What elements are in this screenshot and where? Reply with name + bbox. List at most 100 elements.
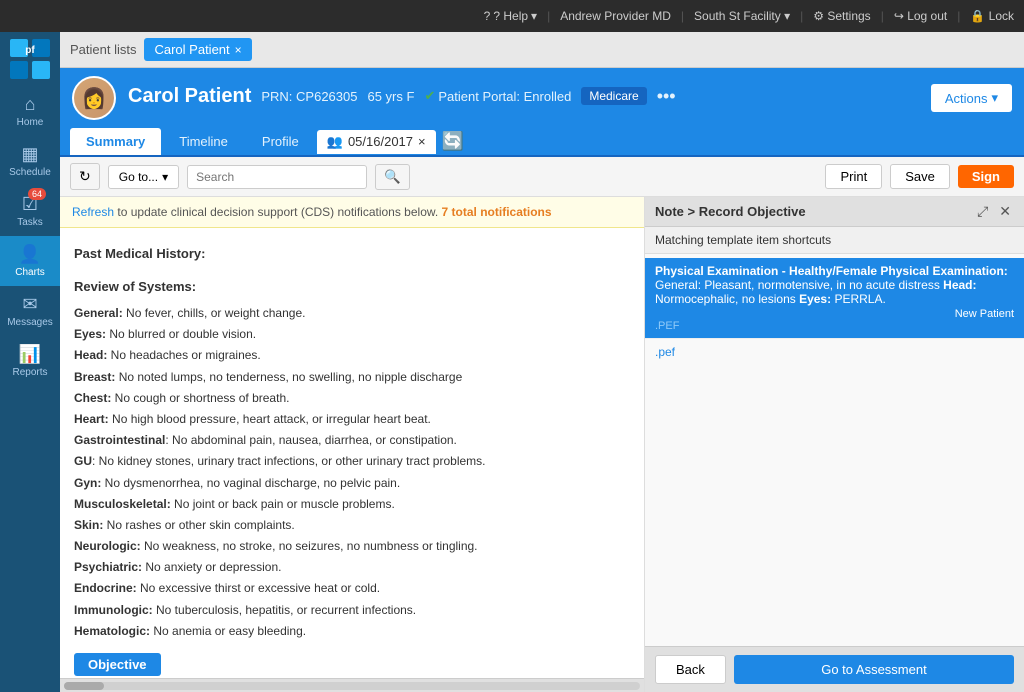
objective-label: Objective <box>74 653 161 676</box>
search-input[interactable] <box>187 165 367 189</box>
refresh-icon: ↻ <box>79 168 91 184</box>
symptom-endocrine: Endocrine: No excessive thirst or excess… <box>74 579 630 598</box>
portal-check-icon: ✔ <box>424 88 435 104</box>
symptom-psychiatric: Psychiatric: No anxiety or depression. <box>74 558 630 577</box>
sidebar-item-messages[interactable]: ✉ Messages <box>0 286 60 336</box>
save-button[interactable]: Save <box>890 164 950 189</box>
encounter-icon: 👥 <box>327 134 343 150</box>
symptom-gu: GU: No kidney stones, urinary tract infe… <box>74 452 630 471</box>
cds-notifications-link[interactable]: 7 total notifications <box>442 205 552 219</box>
more-options-button[interactable]: ••• <box>657 86 676 107</box>
go-assessment-button[interactable]: Go to Assessment <box>734 655 1014 684</box>
template-list: Physical Examination - Healthy/Female Ph… <box>645 254 1024 646</box>
patient-prn: PRN: CP626305 <box>261 89 357 104</box>
toolbar: ↻ Go to... ▾ 🔍 Print Save Sign <box>60 157 1024 197</box>
lock-link[interactable]: 🔒 Lock <box>970 9 1014 23</box>
sign-button[interactable]: Sign <box>958 165 1014 188</box>
sidebar-label-charts: Charts <box>15 267 44 278</box>
symptom-neurologic: Neurologic: No weakness, no stroke, no s… <box>74 537 630 556</box>
template-item-physical-exam[interactable]: Physical Examination - Healthy/Female Ph… <box>645 258 1024 339</box>
schedule-icon: ▦ <box>21 144 38 165</box>
cds-refresh-link[interactable]: Refresh <box>72 205 114 219</box>
bottom-scrollbar[interactable] <box>60 678 644 692</box>
symptom-head: Head: No headaches or migraines. <box>74 346 630 365</box>
sidebar-item-reports[interactable]: 📊 Reports <box>0 336 60 386</box>
symptom-gyn: Gyn: No dysmenorrhea, no vaginal dischar… <box>74 474 630 493</box>
actions-button[interactable]: Actions ▾ <box>931 84 1012 112</box>
note-panel: Note > Record Objective ⤢ ✕ Matching tem… <box>644 197 1024 692</box>
history-button[interactable]: 🔄 <box>442 131 464 152</box>
expand-note-button[interactable]: ⤢ <box>974 203 991 220</box>
template-shortcode[interactable]: .pef <box>645 339 1024 365</box>
help-link[interactable]: ? ? Help ▾ <box>484 9 537 23</box>
reports-icon: 📊 <box>19 344 41 365</box>
search-button[interactable]: 🔍 <box>375 164 410 190</box>
sidebar-label-reports: Reports <box>12 367 47 378</box>
tab-summary[interactable]: Summary <box>70 128 161 155</box>
patient-lists-label[interactable]: Patient lists <box>70 42 136 57</box>
symptom-gi: Gastrointestinal: No abdominal pain, nau… <box>74 431 630 450</box>
symptom-chest: Chest: No cough or shortness of breath. <box>74 389 630 408</box>
patient-info: Carol Patient PRN: CP626305 65 yrs F ✔ P… <box>128 85 919 112</box>
sidebar: pf ⌂ Home ▦ Schedule ☑ 64 Tasks 👤 Charts… <box>0 32 60 692</box>
main-content: Patient lists Carol Patient × 👩 Carol Pa… <box>60 32 1024 692</box>
goto-button[interactable]: Go to... ▾ <box>108 165 179 189</box>
sidebar-label-home: Home <box>17 117 44 128</box>
patient-tab-carol[interactable]: Carol Patient × <box>144 38 251 61</box>
content-area: Refresh to update clinical decision supp… <box>60 197 1024 692</box>
encounter-tab[interactable]: 👥 05/16/2017 × <box>317 130 436 154</box>
print-button[interactable]: Print <box>825 164 882 189</box>
past-medical-history-header: Past Medical History: <box>74 246 630 261</box>
refresh-button[interactable]: ↻ <box>70 163 100 190</box>
tab-timeline[interactable]: Timeline <box>163 128 244 155</box>
patient-tab-name: Carol Patient <box>154 42 229 57</box>
patient-portal-status: ✔ Patient Portal: Enrolled <box>424 88 571 104</box>
close-patient-tab[interactable]: × <box>235 43 242 57</box>
symptoms-list: General: No fever, chills, or weight cha… <box>74 304 630 641</box>
logout-link[interactable]: ↪ Log out <box>894 9 947 23</box>
note-panel-title: Note > Record Objective <box>655 204 806 219</box>
sidebar-item-charts[interactable]: 👤 Charts <box>0 236 60 286</box>
patient-avatar: 👩 <box>72 76 116 120</box>
patient-tabs-bar: Patient lists Carol Patient × <box>60 32 1024 68</box>
sidebar-item-home[interactable]: ⌂ Home <box>0 86 60 136</box>
search-icon: 🔍 <box>384 169 401 184</box>
cds-message: to update clinical decision support (CDS… <box>117 205 441 219</box>
app-container: pf ⌂ Home ▦ Schedule ☑ 64 Tasks 👤 Charts… <box>0 32 1024 692</box>
close-note-button[interactable]: ✕ <box>996 203 1014 220</box>
objective-section: Objective Edit objective <box>74 653 630 678</box>
charts-icon: 👤 <box>19 244 41 265</box>
tab-profile[interactable]: Profile <box>246 128 315 155</box>
app-logo: pf <box>8 37 52 81</box>
symptom-hematologic: Hematologic: No anemia or easy bleeding. <box>74 622 630 641</box>
sidebar-label-tasks: Tasks <box>17 217 43 228</box>
symptom-immunologic: Immunologic: No tuberculosis, hepatitis,… <box>74 601 630 620</box>
note-panel-footer: Back Go to Assessment <box>645 646 1024 692</box>
close-encounter-tab[interactable]: × <box>418 134 426 149</box>
sidebar-label-schedule: Schedule <box>9 167 51 178</box>
sub-nav: Summary Timeline Profile 👥 05/16/2017 × … <box>60 128 1024 157</box>
sidebar-item-tasks[interactable]: ☑ 64 Tasks <box>0 186 60 236</box>
symptom-general: General: No fever, chills, or weight cha… <box>74 304 630 323</box>
messages-icon: ✉ <box>22 294 37 315</box>
patient-header: 👩 Carol Patient PRN: CP626305 65 yrs F ✔… <box>60 68 1024 128</box>
sidebar-item-schedule[interactable]: ▦ Schedule <box>0 136 60 186</box>
home-icon: ⌂ <box>25 94 36 115</box>
chart-main: Refresh to update clinical decision supp… <box>60 197 644 692</box>
chart-scroll-area[interactable]: Past Medical History: Review of Systems:… <box>60 228 644 678</box>
cds-notification-bar: Refresh to update clinical decision supp… <box>60 197 644 228</box>
facility-selector[interactable]: South St Facility ▾ <box>694 9 790 23</box>
settings-link[interactable]: ⚙ Settings <box>813 9 870 23</box>
matching-header: Matching template item shortcuts <box>645 227 1024 254</box>
patient-age: 65 yrs F <box>367 89 414 104</box>
symptom-heart: Heart: No high blood pressure, heart att… <box>74 410 630 429</box>
back-button[interactable]: Back <box>655 655 726 684</box>
scrollbar-thumb <box>64 682 104 690</box>
symptom-skin: Skin: No rashes or other skin complaints… <box>74 516 630 535</box>
symptom-musculoskeletal: Musculoskeletal: No joint or back pain o… <box>74 495 630 514</box>
symptom-breast: Breast: No noted lumps, no tenderness, n… <box>74 368 630 387</box>
provider-name: Andrew Provider MD <box>560 9 671 23</box>
symptom-eyes: Eyes: No blurred or double vision. <box>74 325 630 344</box>
top-nav: ? ? Help ▾ | Andrew Provider MD | South … <box>0 0 1024 32</box>
patient-name: Carol Patient <box>128 85 251 108</box>
